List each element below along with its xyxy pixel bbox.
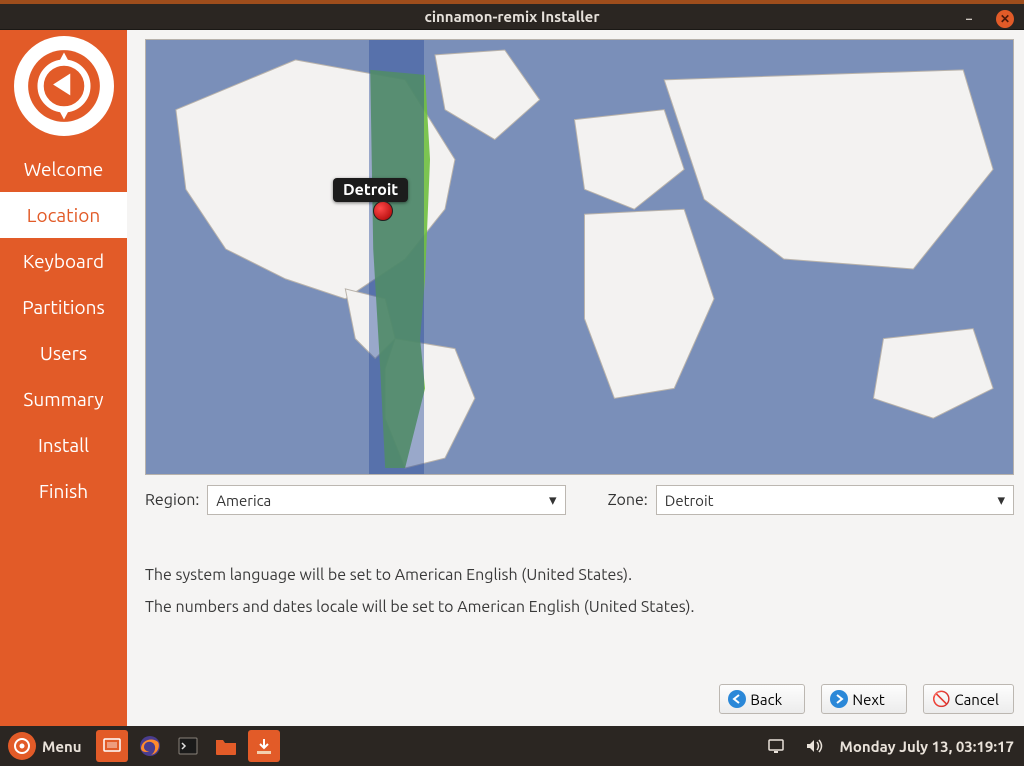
cancel-label: Cancel: [954, 691, 999, 708]
folder-icon: [214, 735, 238, 757]
menu-logo-icon: [8, 732, 36, 760]
sidebar-step-install[interactable]: Install: [0, 422, 127, 468]
taskbar-files[interactable]: [210, 730, 242, 762]
zone-value: Detroit: [665, 492, 714, 509]
arrow-right-icon: [830, 690, 848, 708]
cancel-button[interactable]: 🚫 Cancel: [923, 684, 1014, 714]
volume-icon: [804, 736, 824, 756]
arrow-left-icon: [728, 690, 746, 708]
world-map-icon: [146, 40, 1013, 474]
sidebar-step-welcome[interactable]: Welcome: [0, 146, 127, 192]
tray-network[interactable]: [760, 730, 792, 762]
installer-body: Welcome Location Keyboard Partitions Use…: [0, 30, 1024, 726]
zone-select[interactable]: Detroit ▾: [656, 485, 1014, 515]
sidebar-step-summary[interactable]: Summary: [0, 376, 127, 422]
desktop-icon: [101, 735, 123, 757]
chevron-down-icon: ▾: [997, 491, 1005, 509]
taskbar: Menu Monday July 13, 03:19:17: [0, 726, 1024, 766]
sidebar-step-finish[interactable]: Finish: [0, 468, 127, 514]
window-title: cinnamon-remix Installer: [425, 8, 600, 25]
back-label: Back: [750, 691, 782, 708]
cinnamon-logo-icon: [25, 47, 103, 125]
cancel-icon: 🚫: [932, 690, 950, 708]
sidebar: Welcome Location Keyboard Partitions Use…: [0, 30, 127, 726]
region-value: America: [216, 492, 271, 509]
network-icon: [766, 736, 786, 756]
chevron-down-icon: ▾: [549, 491, 557, 509]
taskbar-installer[interactable]: [248, 730, 280, 762]
window-minimize-button[interactable]: –: [960, 10, 978, 28]
next-button[interactable]: Next: [821, 684, 907, 714]
back-button[interactable]: Back: [719, 684, 805, 714]
timezone-map[interactable]: Detroit: [145, 39, 1014, 475]
main-content: Detroit Region: America ▾ Zone: Detroit …: [127, 30, 1024, 726]
region-zone-row: Region: America ▾ Zone: Detroit ▾: [145, 485, 1014, 515]
taskbar-terminal[interactable]: [172, 730, 204, 762]
locale-info: The system language will be set to Ameri…: [145, 559, 1014, 623]
locale-language-line: The system language will be set to Ameri…: [145, 559, 1014, 591]
next-label: Next: [852, 691, 884, 708]
menu-button[interactable]: Menu: [6, 730, 90, 762]
sidebar-step-keyboard[interactable]: Keyboard: [0, 238, 127, 284]
timezone-band: [369, 40, 424, 474]
sidebar-step-partitions[interactable]: Partitions: [0, 284, 127, 330]
sidebar-step-location[interactable]: Location: [0, 192, 127, 238]
window-titlebar: cinnamon-remix Installer – ✕: [0, 0, 1024, 30]
region-select[interactable]: America ▾: [207, 485, 565, 515]
nav-buttons: Back Next 🚫 Cancel: [145, 664, 1014, 714]
tray-volume[interactable]: [798, 730, 830, 762]
sidebar-step-users[interactable]: Users: [0, 330, 127, 376]
zone-label: Zone:: [608, 491, 648, 509]
installer-icon: [253, 735, 275, 757]
taskbar-firefox[interactable]: [134, 730, 166, 762]
distro-logo: [14, 36, 114, 136]
region-label: Region:: [145, 491, 199, 509]
panel-clock[interactable]: Monday July 13, 03:19:17: [836, 730, 1018, 762]
locale-numbers-line: The numbers and dates locale will be set…: [145, 591, 1014, 623]
menu-label: Menu: [42, 738, 82, 755]
window-close-button[interactable]: ✕: [996, 10, 1014, 28]
pin-city-label: Detroit: [333, 178, 408, 202]
location-pin-icon[interactable]: [373, 201, 393, 221]
firefox-icon: [138, 734, 162, 758]
terminal-icon: [177, 735, 199, 757]
taskbar-show-desktop[interactable]: [96, 730, 128, 762]
